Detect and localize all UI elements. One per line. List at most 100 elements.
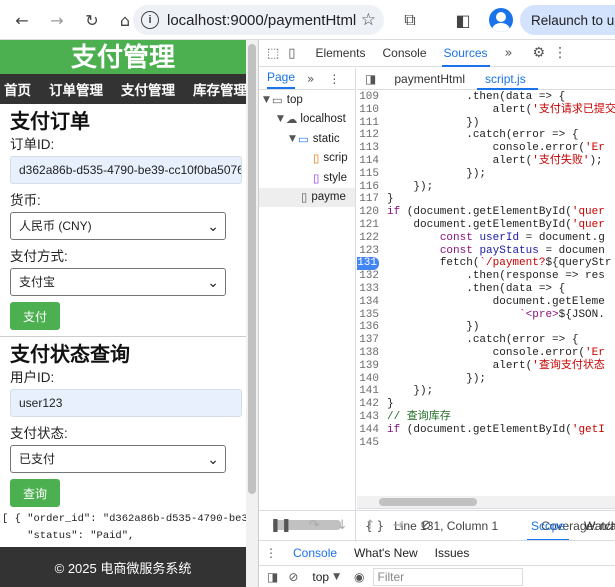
nav-orders-link[interactable]: 订单管理 xyxy=(49,79,103,99)
page-scrollbar[interactable] xyxy=(246,40,258,587)
order-id-input[interactable]: d362a86b-d535-4790-be39-cc10f0ba5076 xyxy=(10,156,242,184)
tree-item-page-file[interactable]: ▯ payme xyxy=(259,187,355,207)
sources-navigator: Page » ⋮ ▼ ▭ top ▼ ☁ localhost ▼ ▭ stati… xyxy=(259,68,356,542)
tree-item-script-file[interactable]: ▯ scrip xyxy=(259,149,355,169)
code-view[interactable]: 109 .then(data => { 110 alert('支付请求已提交 1… xyxy=(357,91,615,476)
side-panel-icon[interactable]: ◧ xyxy=(451,8,475,32)
currency-label: 货币: xyxy=(10,193,41,208)
live-expression-eye-icon[interactable]: ◉ xyxy=(354,570,364,584)
pause-icon[interactable]: ❚❚ xyxy=(270,518,292,533)
drawer-tab-whats-new[interactable]: What's New xyxy=(354,546,418,560)
currency-select-value: 人民币 (CNY) xyxy=(19,219,92,233)
cloud-icon: ☁ xyxy=(285,112,298,127)
caret-down-icon: ▼ xyxy=(277,114,284,125)
deactivate-breakpoints-icon[interactable]: ⊘ xyxy=(420,518,431,533)
folder-icon: ▭ xyxy=(297,133,309,146)
site-footer: © 2025 电商微服务系统 xyxy=(0,547,246,587)
step-out-icon[interactable]: ↑ xyxy=(365,518,376,533)
step-into-icon[interactable]: ↓ xyxy=(337,518,348,533)
payment-method-select[interactable]: 支付宝 ⌄ xyxy=(10,268,226,296)
editor-horizontal-scrollbar[interactable] xyxy=(357,496,615,508)
file-tree: ▼ ▭ top ▼ ☁ localhost ▼ ▭ static ▯ scrip… xyxy=(259,90,355,207)
file-icon: ▯ xyxy=(301,190,308,205)
payment-status-label: 支付状态: xyxy=(10,426,68,441)
editor-tab-bar: ◨ paymentHtml script.js xyxy=(357,68,615,90)
navigator-header: Page » ⋮ xyxy=(259,68,355,90)
clear-console-icon[interactable]: ⊘ xyxy=(288,570,298,584)
nav-home-link[interactable]: 首页 xyxy=(4,79,31,99)
more-options-icon[interactable]: ⋮ xyxy=(265,546,277,560)
user-id-input[interactable]: user123 xyxy=(10,389,242,417)
drawer-tab-bar: ⋮ Console What's New Issues xyxy=(259,541,615,565)
extensions-icon[interactable]: ⧉ xyxy=(398,8,422,32)
editor-scrollbar-thumb[interactable] xyxy=(379,498,477,506)
caret-down-icon: ▼ xyxy=(289,133,296,144)
tree-item-host[interactable]: ▼ ☁ localhost xyxy=(259,110,355,130)
forward-arrow-icon[interactable]: → xyxy=(45,8,69,32)
tree-item-label: top xyxy=(286,93,303,106)
settings-gear-icon[interactable]: ⚙ xyxy=(533,45,546,61)
editor-tab-paymenthtml[interactable]: paymentHtml xyxy=(386,72,477,86)
tree-item-label: scrip xyxy=(323,152,348,165)
toggle-navigator-icon[interactable]: ◨ xyxy=(365,72,376,86)
page-scrollbar-thumb[interactable] xyxy=(248,44,256,494)
inspect-element-icon[interactable]: ⬚ xyxy=(267,46,279,61)
tree-item-static-folder[interactable]: ▼ ▭ static xyxy=(259,129,355,149)
relaunch-button[interactable]: Relaunch to up xyxy=(520,5,615,35)
page-content: 支付订单 订单ID: d362a86b-d535-4790-be39-cc10f… xyxy=(0,110,250,562)
chevron-down-icon: ⌄ xyxy=(207,452,219,468)
devtools-tab-bar: ⬚ ▯ Elements Console Sources » ⚙ ⋮ xyxy=(259,40,615,67)
nav-inventory-link[interactable]: 库存管理 xyxy=(193,79,247,99)
back-arrow-icon[interactable]: ← xyxy=(10,8,34,32)
tab-elements[interactable]: Elements xyxy=(315,46,365,60)
query-button[interactable]: 查询 xyxy=(10,479,60,507)
tab-page[interactable]: Page xyxy=(267,68,296,89)
chevron-down-icon: ⌄ xyxy=(207,275,219,291)
chevron-down-icon: ⌄ xyxy=(207,219,219,235)
payment-status-select[interactable]: 已支付 ⌄ xyxy=(10,445,226,473)
tab-sources[interactable]: Sources xyxy=(441,46,490,67)
more-options-icon[interactable]: ⋮ xyxy=(328,72,340,86)
breakpoint-line-number[interactable]: 131 xyxy=(357,257,379,271)
editor-tab-scriptjs[interactable]: script.js xyxy=(477,68,538,90)
caret-down-icon: ▼ xyxy=(333,572,341,582)
currency-select[interactable]: 人民币 (CNY) ⌄ xyxy=(10,212,226,240)
more-options-icon[interactable]: ⋮ xyxy=(553,45,567,61)
tree-item-style-file[interactable]: ▯ style xyxy=(259,168,355,188)
drawer-tab-issues[interactable]: Issues xyxy=(435,546,470,560)
site-nav: 首页 订单管理 支付管理 库存管理 xyxy=(0,74,258,104)
site-info-icon[interactable]: i xyxy=(141,11,159,29)
user-id-label: 用户ID: xyxy=(10,370,55,385)
tree-item-label: localhost xyxy=(300,113,346,126)
console-drawer: ⋮ Console What's New Issues ◨ ⊘ top ▼ ◉ … xyxy=(259,540,615,587)
code-editor: ◨ paymentHtml script.js 109 .then(data =… xyxy=(357,68,615,542)
site-header: 支付管理 xyxy=(0,40,258,74)
order-id-label: 订单ID: xyxy=(10,137,55,152)
console-toolbar: ◨ ⊘ top ▼ ◉ Filter xyxy=(259,565,615,587)
profile-avatar[interactable] xyxy=(489,8,513,32)
tab-watch[interactable]: Watch xyxy=(584,519,615,533)
tree-item-label: payme xyxy=(311,191,346,204)
tree-item-top[interactable]: ▼ ▭ top xyxy=(259,90,355,110)
device-toolbar-icon[interactable]: ▯ xyxy=(288,46,295,61)
tab-scope[interactable]: Scope xyxy=(526,519,570,541)
nav-payment-link[interactable]: 支付管理 xyxy=(121,79,175,99)
tab-console[interactable]: Console xyxy=(382,46,426,60)
address-bar[interactable]: i localhost:9000/paymentHtml ☆ xyxy=(133,5,384,35)
step-over-icon[interactable]: ↷ xyxy=(309,518,320,533)
pay-button[interactable]: 支付 xyxy=(10,302,60,330)
sidebar-toggle-icon[interactable]: ◨ xyxy=(267,570,278,584)
drawer-tab-console[interactable]: Console xyxy=(293,546,337,560)
browser-toolbar: ← → ↻ ⌂ i localhost:9000/paymentHtml ☆ ⧉… xyxy=(0,0,615,40)
bookmark-star-icon[interactable]: ☆ xyxy=(361,10,376,30)
tree-item-label: style xyxy=(323,171,347,184)
payment-status-select-value: 已支付 xyxy=(19,452,56,466)
console-filter-input[interactable]: Filter xyxy=(372,568,523,586)
more-tabs-icon[interactable]: » xyxy=(505,46,513,61)
more-tabs-icon[interactable]: » xyxy=(307,72,314,86)
url-text[interactable]: localhost:9000/paymentHtml xyxy=(167,12,357,29)
context-selector[interactable]: top xyxy=(312,570,329,584)
step-icon[interactable]: → xyxy=(393,518,404,533)
reload-icon[interactable]: ↻ xyxy=(80,8,104,32)
debugger-toolbar: ❚❚ ↷ ↓ ↑ → ⊘ Scope Watch xyxy=(259,510,615,541)
